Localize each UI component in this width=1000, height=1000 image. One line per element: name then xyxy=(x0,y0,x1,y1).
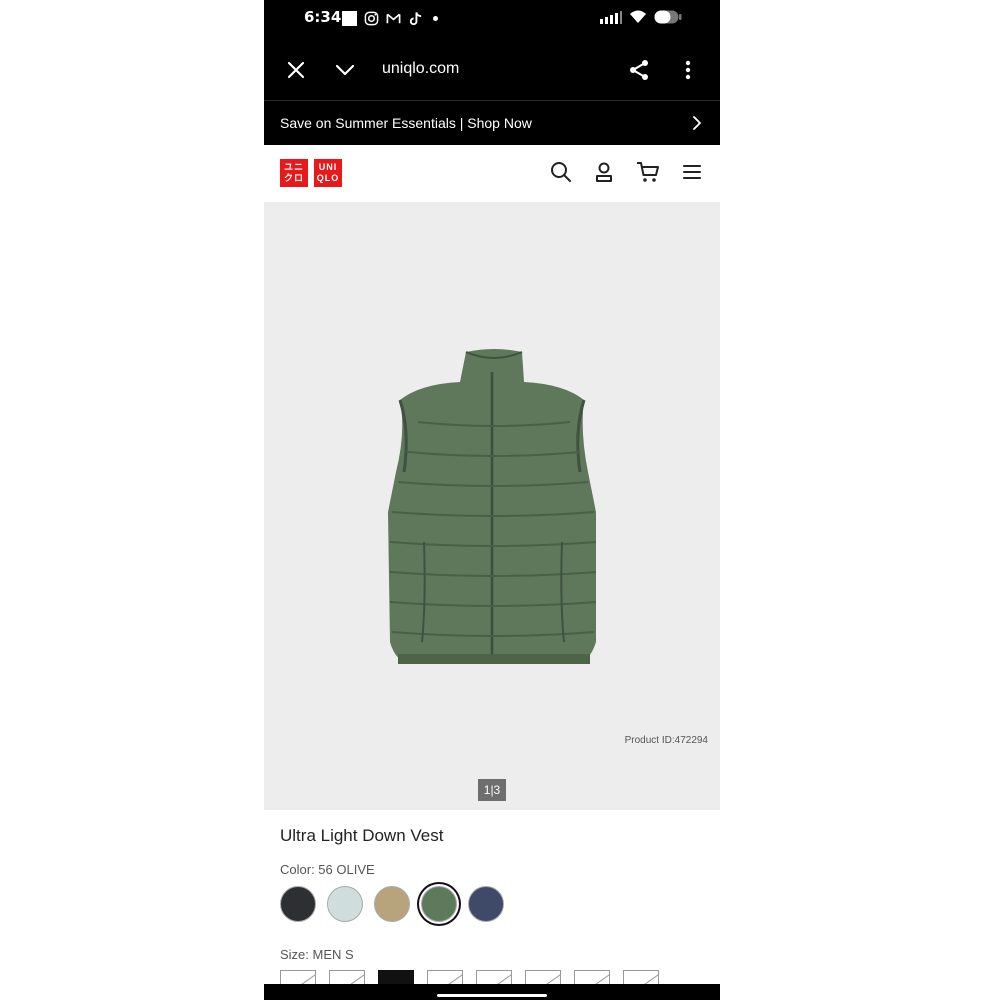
logo-latin: UNI QLO xyxy=(314,159,342,187)
tiktok-icon xyxy=(409,11,422,25)
browser-toolbar: uniqlo.com xyxy=(264,40,720,100)
color-swatch[interactable] xyxy=(280,886,316,922)
share-button[interactable] xyxy=(625,56,653,84)
share-icon xyxy=(630,60,648,80)
more-vertical-icon xyxy=(685,60,691,80)
collapse-button[interactable] xyxy=(331,56,359,84)
search-icon[interactable] xyxy=(550,161,572,183)
status-bar: 6:34 xyxy=(264,0,720,40)
color-swatch[interactable] xyxy=(327,886,363,922)
size-label: Size: MEN S xyxy=(280,947,354,962)
color-swatch[interactable] xyxy=(421,886,457,922)
product-title: Ultra Light Down Vest xyxy=(280,826,444,845)
notification-icons xyxy=(342,9,438,27)
logo-katakana: ユニ クロ xyxy=(280,159,308,187)
image-page-indicator: 1|3 xyxy=(478,779,506,801)
chevron-right-icon xyxy=(693,116,701,130)
site-header: ユニ クロ UNI QLO xyxy=(264,145,720,202)
close-icon xyxy=(287,61,305,79)
cart-icon[interactable] xyxy=(636,161,660,183)
more-options-button[interactable] xyxy=(674,56,702,84)
color-label: Color: 56 OLIVE xyxy=(280,862,375,877)
uniqlo-logo[interactable]: ユニ クロ UNI QLO xyxy=(280,159,342,187)
status-time: 6:34 xyxy=(304,8,342,26)
color-swatch[interactable] xyxy=(374,886,410,922)
close-button[interactable] xyxy=(282,56,310,84)
promo-text: Save on Summer Essentials | Shop Now xyxy=(280,115,532,131)
account-icon[interactable] xyxy=(594,161,614,183)
gmail-icon xyxy=(386,13,401,23)
product-id: Product ID:472294 xyxy=(624,735,708,746)
color-swatches xyxy=(280,886,504,922)
url-text[interactable]: uniqlo.com xyxy=(382,60,459,78)
instagram-icon xyxy=(364,11,379,25)
wifi-icon xyxy=(630,10,646,23)
system-icons xyxy=(600,10,682,24)
battery-icon xyxy=(654,10,682,24)
menu-icon[interactable] xyxy=(682,163,702,181)
header-actions xyxy=(550,161,702,183)
notification-square-icon xyxy=(342,10,357,26)
promo-banner[interactable]: Save on Summer Essentials | Shop Now xyxy=(264,100,720,146)
product-image-vest xyxy=(388,349,597,664)
signal-icon xyxy=(600,11,622,24)
system-nav-bar xyxy=(264,984,720,1000)
product-image-gallery[interactable]: Product ID:472294 1|3 xyxy=(264,202,720,810)
home-indicator[interactable] xyxy=(437,994,547,997)
more-notifications-dot xyxy=(433,15,438,21)
phone-screen: 6:34 uniqlo.com Save on Summer Essential… xyxy=(264,0,720,1000)
chevron-down-icon xyxy=(335,64,355,76)
color-swatch[interactable] xyxy=(468,886,504,922)
